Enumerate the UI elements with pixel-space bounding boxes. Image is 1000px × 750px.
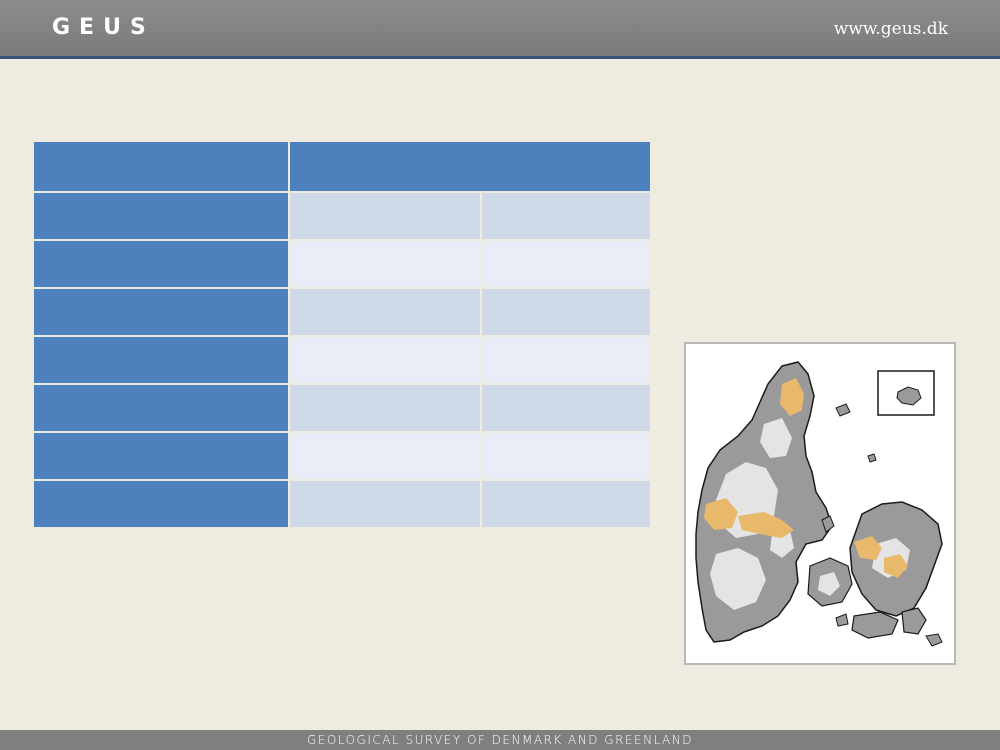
table-cell <box>290 193 480 239</box>
header-bar: GEUS www.geus.dk <box>0 0 1000 56</box>
table-cell <box>482 481 650 527</box>
table-cell <box>290 337 480 383</box>
denmark-map-graphic <box>695 361 943 647</box>
small-island <box>867 453 877 463</box>
table-row <box>34 481 650 527</box>
table-cell <box>290 433 480 479</box>
table-cell <box>290 385 480 431</box>
table-cell <box>482 289 650 335</box>
table-cell <box>482 241 650 287</box>
table-row <box>34 337 650 383</box>
table-header-cell <box>34 142 288 191</box>
table-row <box>34 193 650 239</box>
lolland-island <box>851 611 899 639</box>
falster-island <box>901 607 927 635</box>
row-header-cell <box>34 433 288 479</box>
table-cell <box>482 385 650 431</box>
row-header-cell <box>34 241 288 287</box>
small-island <box>925 633 943 647</box>
row-header-cell <box>34 289 288 335</box>
geus-logo[interactable]: GEUS <box>52 15 155 40</box>
table-cell <box>482 193 650 239</box>
table-header-cell <box>290 142 650 191</box>
small-island <box>835 613 849 627</box>
denmark-map <box>684 342 956 665</box>
row-header-cell <box>34 193 288 239</box>
row-header-cell <box>34 337 288 383</box>
table-cell <box>290 481 480 527</box>
website-link[interactable]: www.geus.dk <box>834 19 948 39</box>
data-table <box>32 140 652 529</box>
table-cell <box>290 241 480 287</box>
table-cell <box>482 433 650 479</box>
table-row <box>34 289 650 335</box>
table-row <box>34 241 650 287</box>
table-header-row <box>34 142 650 191</box>
table-cell <box>482 337 650 383</box>
bornholm-island <box>896 386 922 406</box>
footer-bar: GEOLOGICAL SURVEY OF DENMARK AND GREENLA… <box>0 730 1000 750</box>
small-island <box>835 403 851 417</box>
row-header-cell <box>34 385 288 431</box>
header-divider <box>0 56 1000 59</box>
footer-text: GEOLOGICAL SURVEY OF DENMARK AND GREENLA… <box>307 733 693 747</box>
table-row <box>34 385 650 431</box>
row-header-cell <box>34 481 288 527</box>
table-cell <box>290 289 480 335</box>
table-row <box>34 433 650 479</box>
